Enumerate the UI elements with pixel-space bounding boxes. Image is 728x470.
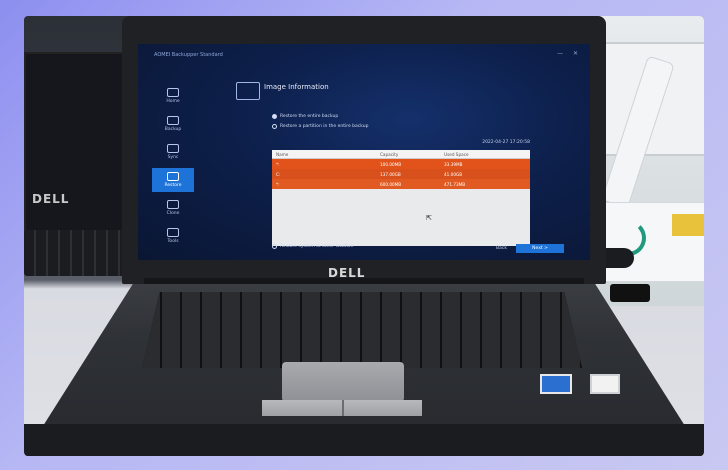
sidebar-item-label: Clone <box>166 211 180 216</box>
table-cell: 471.73MB <box>444 181 466 187</box>
table-cell: 33.39MB <box>444 161 463 167</box>
radio-selected-icon[interactable] <box>272 114 277 119</box>
intel-sticker <box>540 374 572 394</box>
option-label: Restore the entire backup <box>280 114 339 119</box>
sidebar: Home Backup Sync Restore Clone Tools <box>152 84 194 244</box>
os-sticker <box>590 374 620 394</box>
table-row[interactable]: *: 600.00MB 471.73MB <box>272 179 530 189</box>
yellow-object <box>672 214 704 236</box>
table-cell: 100.00MB <box>380 161 402 167</box>
option-label: Restore a partition in the entire backup <box>280 124 369 129</box>
image-info-icon <box>236 82 260 100</box>
checkbox-icon[interactable] <box>272 244 277 249</box>
sidebar-item-sync[interactable]: Sync <box>152 140 194 164</box>
app-title: AOMEI Backupper Standard <box>154 52 223 58</box>
table-header: Name Capacity Used Space <box>272 150 530 159</box>
option-restore-entire[interactable]: Restore the entire backup <box>272 114 338 119</box>
sidebar-item-home[interactable]: Home <box>152 84 194 108</box>
sidebar-item-backup[interactable]: Backup <box>152 112 194 136</box>
sidebar-item-label: Sync <box>167 155 179 160</box>
touchpad-divider <box>342 400 344 416</box>
table-cell: C: <box>276 171 281 177</box>
home-icon <box>167 88 179 97</box>
sidebar-item-label: Tools <box>167 239 179 244</box>
backup-date: 2022-04-27 17:20:58 <box>482 140 530 145</box>
radio-icon[interactable] <box>272 124 277 129</box>
mouse-cursor-icon: ⇱ <box>426 214 432 222</box>
table-cell: 137.00GB <box>380 171 401 177</box>
table-row[interactable]: C: 137.00GB 41.00GB <box>272 169 530 179</box>
column-header: Capacity <box>380 151 399 157</box>
laptop-keyboard[interactable] <box>142 292 582 368</box>
column-header: Name <box>276 151 289 157</box>
background-dell-logo: DELL <box>32 192 70 206</box>
laptop-screen: AOMEI Backupper Standard — ✕ Home Backup… <box>138 44 590 260</box>
sidebar-item-label: Home <box>166 99 180 104</box>
clone-icon <box>167 200 179 209</box>
window-controls[interactable]: — ✕ <box>557 50 582 57</box>
sidebar-item-tools[interactable]: Tools <box>152 224 194 248</box>
backup-icon <box>167 116 179 125</box>
table-cell: 600.00MB <box>380 181 402 187</box>
sidebar-item-label: Restore <box>164 183 182 188</box>
partition-table: Name Capacity Used Space *: 100.00MB 33.… <box>272 150 530 246</box>
sidebar-item-label: Backup <box>164 127 182 132</box>
column-header: Used Space <box>444 151 469 157</box>
restore-icon <box>167 172 179 181</box>
tools-icon <box>167 228 179 237</box>
section-title: Image Information <box>264 83 329 91</box>
table-cell: 41.00GB <box>444 171 463 177</box>
sidebar-item-clone[interactable]: Clone <box>152 196 194 220</box>
sidebar-item-restore[interactable]: Restore <box>152 168 194 192</box>
usb-device <box>610 284 650 302</box>
table-row[interactable]: *: 100.00MB 33.39MB <box>272 159 530 169</box>
next-button[interactable]: Next > <box>516 244 564 253</box>
table-cell: *: <box>276 161 280 167</box>
photo: DELL AOMEI Backupper Standard — ✕ Home B… <box>24 16 704 456</box>
option-restore-other[interactable]: Restore system to other location <box>272 244 353 249</box>
sync-icon <box>167 144 179 153</box>
back-button[interactable]: Back <box>496 246 507 251</box>
option-restore-partition[interactable]: Restore a partition in the entire backup <box>272 124 368 129</box>
laptop-front-edge <box>24 424 704 456</box>
option-label: Restore system to other location <box>280 244 354 249</box>
touchpad[interactable] <box>282 362 404 402</box>
table-cell: *: <box>276 181 280 187</box>
